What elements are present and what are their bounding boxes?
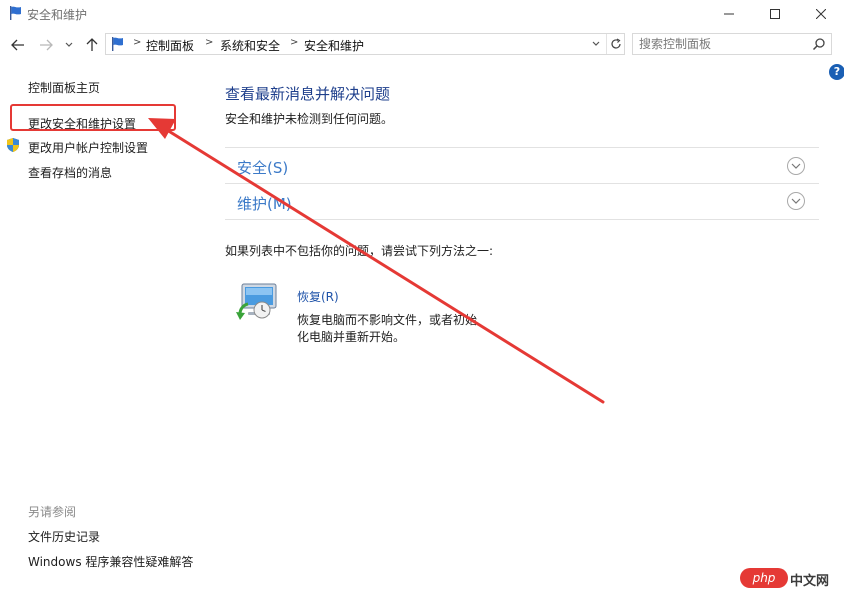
divider: [225, 183, 819, 184]
file-history-link[interactable]: 文件历史记录: [28, 528, 100, 545]
recent-locations-button[interactable]: [62, 35, 76, 55]
minimize-icon: [724, 13, 734, 15]
maximize-icon: [770, 9, 780, 19]
breadcrumb-separator[interactable]: >: [290, 37, 298, 48]
window-title: 安全和维护: [27, 8, 88, 22]
address-bar[interactable]: > 控制面板 > 系统和安全 > 安全和维护: [105, 33, 625, 55]
change-uac-settings-link[interactable]: 更改用户帐户控制设置: [28, 139, 148, 156]
security-flag-icon: [10, 6, 21, 20]
chevron-down-icon: [65, 42, 73, 47]
arrow-up-icon: [86, 38, 98, 51]
control-panel-home-link[interactable]: 控制面板主页: [28, 79, 100, 96]
annotation-highlight-box: [10, 104, 176, 131]
view-archived-messages-link[interactable]: 查看存档的消息: [28, 164, 112, 181]
recovery-description: 恢复电脑而不影响文件，或者初始: [297, 313, 478, 327]
security-section-header[interactable]: 安全(S): [237, 157, 288, 178]
security-section-expand-button[interactable]: [787, 157, 805, 175]
watermark-cn: 中文网: [790, 574, 830, 589]
program-compatibility-troubleshooter-link[interactable]: Windows 程序兼容性疑难解答: [28, 553, 193, 570]
chevron-down-icon: [791, 163, 801, 169]
search-icon[interactable]: [812, 37, 826, 51]
forward-button[interactable]: [36, 35, 56, 55]
try-methods-text: 如果列表中不包括你的问题，请尝试下列方法之一:: [225, 244, 494, 258]
divider: [225, 219, 819, 220]
arrow-right-icon: [40, 39, 53, 51]
refresh-icon: [611, 38, 621, 49]
status-message: 安全和维护未检测到任何问题。: [225, 112, 394, 126]
minimize-button[interactable]: [706, 0, 752, 28]
help-icon[interactable]: ?: [829, 64, 844, 80]
see-also-heading: 另请参阅: [28, 505, 77, 519]
page-title: 查看最新消息并解决问题: [225, 85, 391, 103]
recovery-description: 化电脑并重新开始。: [297, 330, 406, 344]
annotation-arrow: [148, 118, 605, 404]
watermark-logo: php 中文网: [740, 568, 840, 589]
arrow-left-icon: [11, 39, 24, 51]
title-bar: 安全和维护: [0, 0, 844, 30]
watermark-php: php: [740, 568, 788, 588]
breadcrumb-security-maintenance[interactable]: 安全和维护: [304, 37, 364, 54]
chevron-down-icon: [791, 198, 801, 204]
breadcrumb-separator[interactable]: >: [133, 37, 141, 48]
recovery-icon[interactable]: [236, 280, 282, 324]
breadcrumb-separator[interactable]: >: [205, 37, 213, 48]
maintenance-section-header[interactable]: 维护(M): [237, 193, 292, 214]
breadcrumb-system-security[interactable]: 系统和安全: [220, 37, 280, 54]
close-button[interactable]: [798, 0, 844, 28]
divider: [225, 147, 819, 148]
security-flag-icon: [112, 37, 123, 51]
search-input[interactable]: [639, 36, 809, 52]
maintenance-section-expand-button[interactable]: [787, 192, 805, 210]
uac-shield-icon: [7, 138, 19, 152]
address-dropdown-button[interactable]: [587, 34, 605, 54]
recovery-link[interactable]: 恢复(R): [297, 288, 339, 305]
breadcrumb-control-panel[interactable]: 控制面板: [146, 37, 194, 54]
search-box[interactable]: [632, 33, 832, 55]
refresh-button[interactable]: [606, 34, 625, 54]
close-icon: [816, 9, 826, 19]
back-button[interactable]: [8, 35, 28, 55]
up-button[interactable]: [82, 35, 102, 55]
chevron-down-icon: [592, 41, 600, 46]
maximize-button[interactable]: [752, 0, 798, 28]
